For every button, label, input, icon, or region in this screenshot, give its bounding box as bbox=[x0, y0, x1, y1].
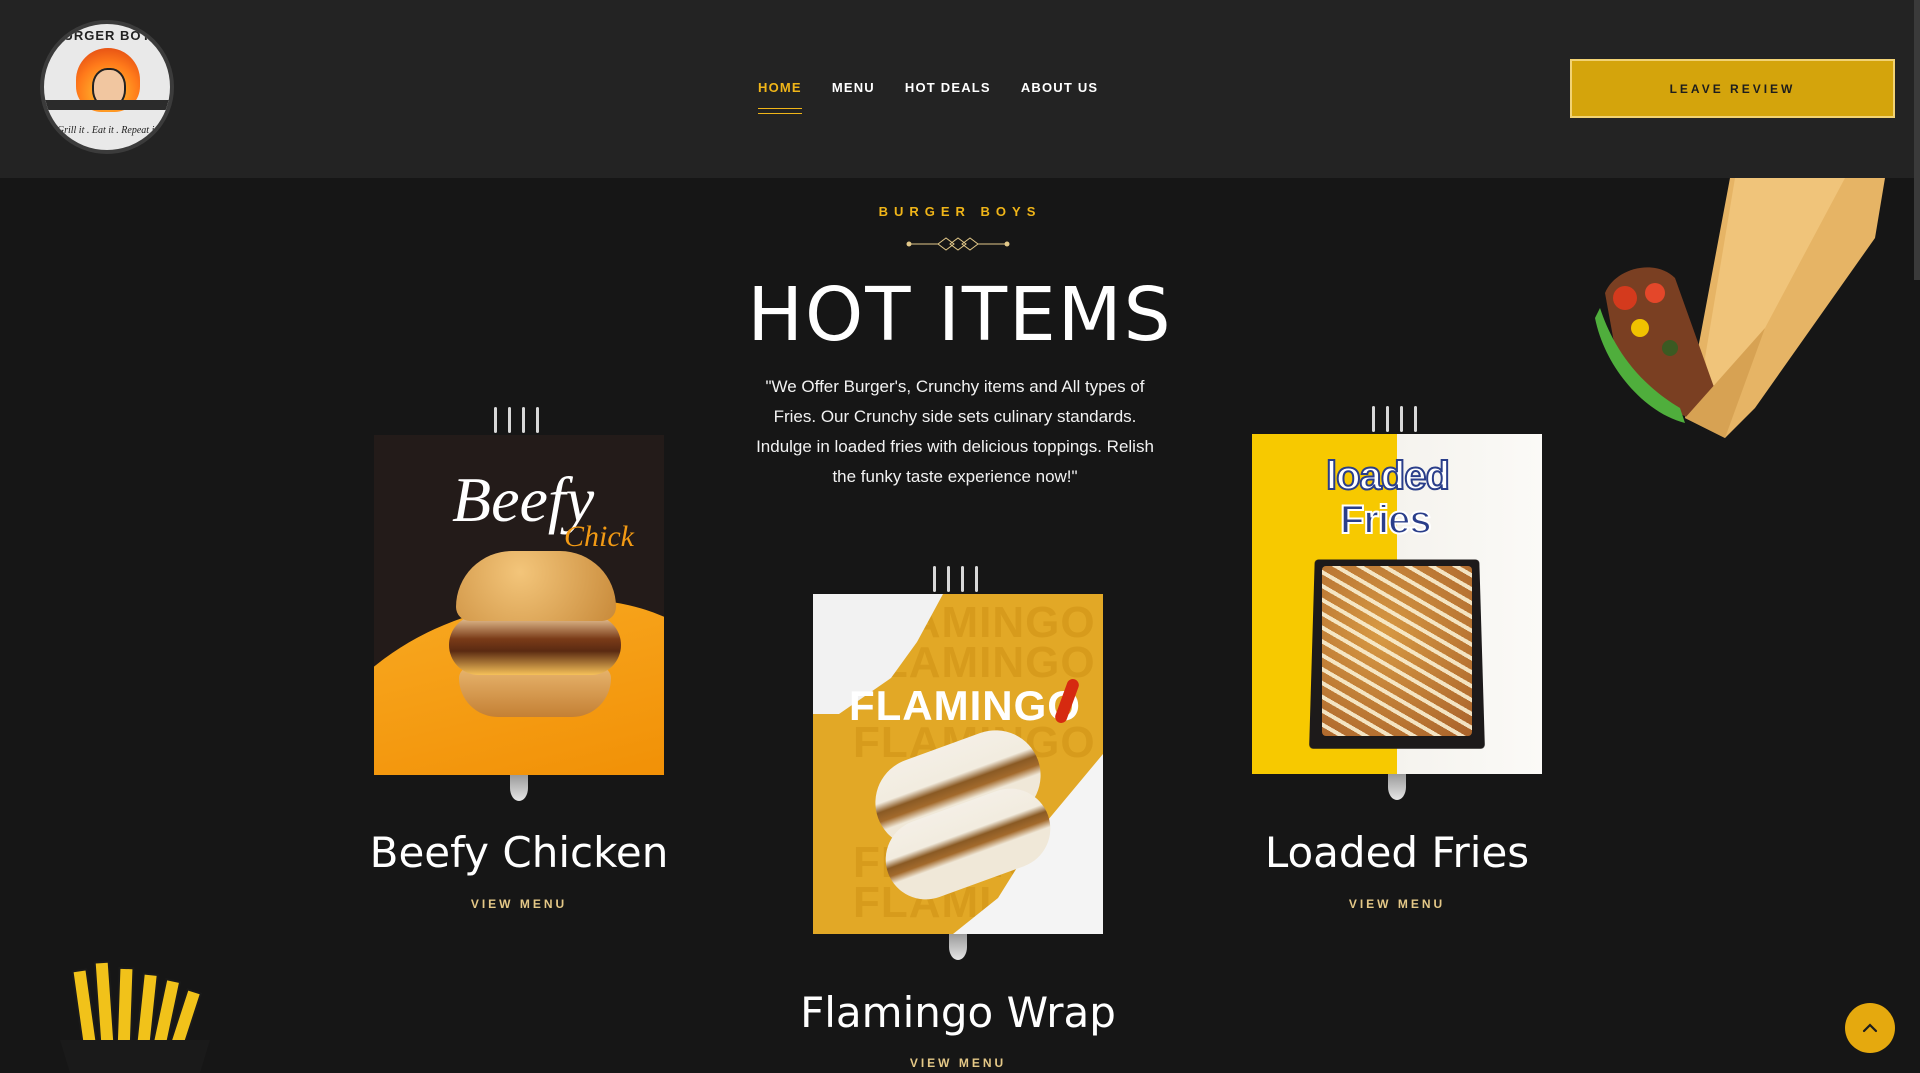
fork-handle-icon bbox=[510, 775, 528, 801]
logo-tagline: Grill it . Eat it . Repeat it bbox=[56, 125, 158, 136]
fork-tines-icon bbox=[933, 566, 978, 592]
loaded-fries-image[interactable]: loaded Fries bbox=[1252, 434, 1542, 774]
image-word-loaded: loaded bbox=[1325, 453, 1451, 499]
image-script-chick: Chick bbox=[564, 520, 634, 553]
fork-handle-icon bbox=[1388, 774, 1406, 800]
leave-review-button[interactable]: LEAVE REVIEW bbox=[1570, 59, 1895, 118]
view-menu-link[interactable]: VIEW MENU bbox=[768, 1056, 1148, 1070]
main-nav: HOME MENU HOT DEALS ABOUT US bbox=[758, 80, 1099, 114]
nav-about-us[interactable]: ABOUT US bbox=[1021, 80, 1099, 95]
nav-home[interactable]: HOME bbox=[758, 80, 802, 114]
card-title[interactable]: Flamingo Wrap bbox=[768, 988, 1148, 1037]
view-menu-link[interactable]: VIEW MENU bbox=[329, 897, 709, 911]
nav-hot-deals[interactable]: HOT DEALS bbox=[905, 80, 991, 95]
fork-tines-icon bbox=[1372, 406, 1417, 432]
image-word-flamingo: FLAMINGO bbox=[849, 682, 1081, 729]
nav-menu[interactable]: MENU bbox=[832, 80, 875, 95]
burger-patty bbox=[449, 615, 621, 675]
logo-title: BURGER BOYS bbox=[53, 28, 161, 43]
fries-decoration bbox=[60, 960, 210, 1073]
logo-band bbox=[44, 100, 170, 110]
section-eyebrow: BURGER BOYS bbox=[878, 204, 1042, 219]
section-title: HOT ITEMS bbox=[747, 272, 1173, 358]
diamond-divider-icon bbox=[906, 237, 1010, 251]
fries-topping bbox=[1322, 566, 1472, 736]
chevron-up-icon bbox=[1862, 1023, 1878, 1033]
scroll-to-top-button[interactable] bbox=[1845, 1003, 1895, 1053]
view-menu-link[interactable]: VIEW MENU bbox=[1207, 897, 1587, 911]
beefy-chicken-image[interactable]: Beefy Chick bbox=[374, 435, 664, 775]
site-header: BURGER BOYS Grill it . Eat it . Repeat i… bbox=[0, 0, 1920, 178]
page-scrollbar[interactable] bbox=[1914, 0, 1920, 280]
image-word-fries: Fries bbox=[1339, 497, 1433, 543]
card-title[interactable]: Beefy Chicken bbox=[329, 828, 709, 877]
burger-bun-top bbox=[456, 551, 616, 621]
flamingo-wrap-image[interactable]: FLAMINGO FLAMINGO FLAMINGO FLAMINGO FLAM… bbox=[813, 594, 1103, 934]
section-description: "We Offer Burger's, Crunchy items and Al… bbox=[756, 377, 1154, 486]
fork-handle-icon bbox=[949, 934, 967, 960]
burger-boys-logo[interactable]: BURGER BOYS Grill it . Eat it . Repeat i… bbox=[40, 20, 174, 154]
fork-tines-icon bbox=[494, 407, 539, 433]
card-title[interactable]: Loaded Fries bbox=[1207, 828, 1587, 877]
